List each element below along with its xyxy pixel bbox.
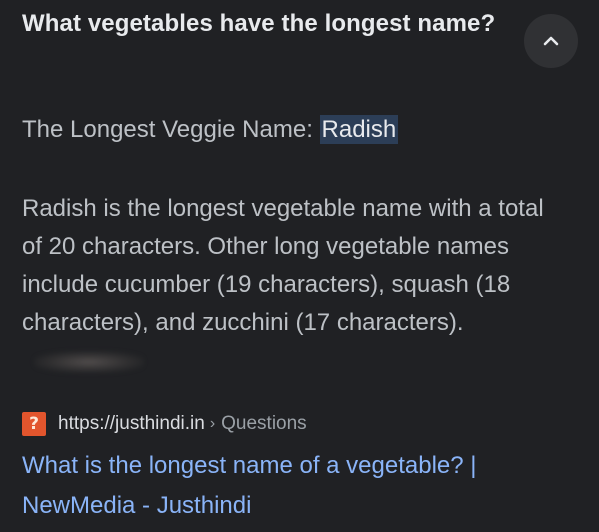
answer-headline-lead: The Longest Veggie Name: <box>22 116 320 143</box>
answer-body: Radish is the longest vegetable name wit… <box>22 190 562 380</box>
answer-body-text: Radish is the longest vegetable name wit… <box>22 195 544 336</box>
chevron-up-icon <box>543 36 559 46</box>
question-title[interactable]: What vegetables have the longest name? <box>22 8 502 40</box>
answer-headline: The Longest Veggie Name: Radish <box>22 114 399 146</box>
breadcrumb-separator: › <box>209 415 216 432</box>
featured-snippet-card: What vegetables have the longest name? T… <box>0 0 599 532</box>
collapse-button[interactable] <box>524 14 578 68</box>
question-header[interactable]: What vegetables have the longest name? <box>22 8 502 40</box>
source-path[interactable]: Questions <box>221 413 307 435</box>
source-citation[interactable]: ? https://justhindi.in › Questions <box>22 410 307 438</box>
source-url[interactable]: https://justhindi.in <box>58 413 205 435</box>
result-title-link[interactable]: What is the longest name of a vegetable?… <box>22 446 582 526</box>
site-favicon-icon: ? <box>22 412 46 436</box>
redacted-blur <box>34 350 144 373</box>
answer-highlight: Radish <box>319 115 399 144</box>
